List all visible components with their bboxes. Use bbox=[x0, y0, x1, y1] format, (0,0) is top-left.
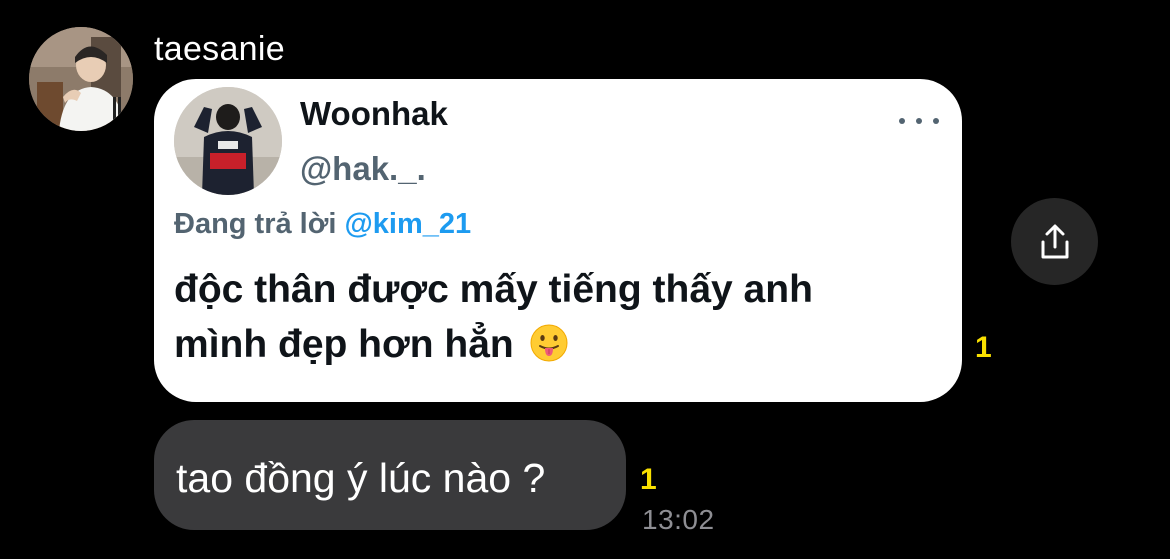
tweet-author-avatar[interactable] bbox=[174, 87, 282, 195]
user-photo-avatar bbox=[174, 87, 282, 195]
tweet-text: độc thân được mấy tiếng thấy anh mình đẹ… bbox=[174, 262, 944, 372]
sender-name: taesanie bbox=[154, 30, 285, 68]
message-bubble[interactable]: tao đồng ý lúc nào ? bbox=[154, 420, 626, 530]
more-horizontal-icon[interactable] bbox=[899, 106, 939, 136]
reply-context: Đang trả lời @kim_21 bbox=[174, 206, 471, 242]
tweet-text-line2: mình đẹp hơn hẳn bbox=[174, 323, 514, 366]
user-photo-avatar bbox=[29, 27, 133, 131]
tongue-out-emoji bbox=[530, 324, 568, 362]
reply-prefix: Đang trả lời bbox=[174, 208, 337, 240]
tweet-display-name: Woonhak bbox=[300, 95, 448, 132]
message-timestamp: 13:02 bbox=[642, 504, 715, 535]
message-read-count: 1 bbox=[640, 463, 657, 496]
share-button[interactable] bbox=[1011, 198, 1098, 285]
tweet-handle: @hak._. bbox=[300, 150, 426, 187]
sender-avatar[interactable] bbox=[29, 27, 133, 131]
shared-tweet-card[interactable]: Woonhak @hak._. Đang trả lời @kim_21 độc… bbox=[154, 79, 962, 402]
share-upload-icon bbox=[1041, 224, 1068, 258]
message-text: tao đồng ý lúc nào ? bbox=[176, 455, 546, 501]
tweet-text-line1: độc thân được mấy tiếng thấy anh bbox=[174, 268, 813, 311]
tweet-read-count: 1 bbox=[975, 331, 992, 364]
reply-target-link[interactable]: @kim_21 bbox=[344, 208, 471, 240]
